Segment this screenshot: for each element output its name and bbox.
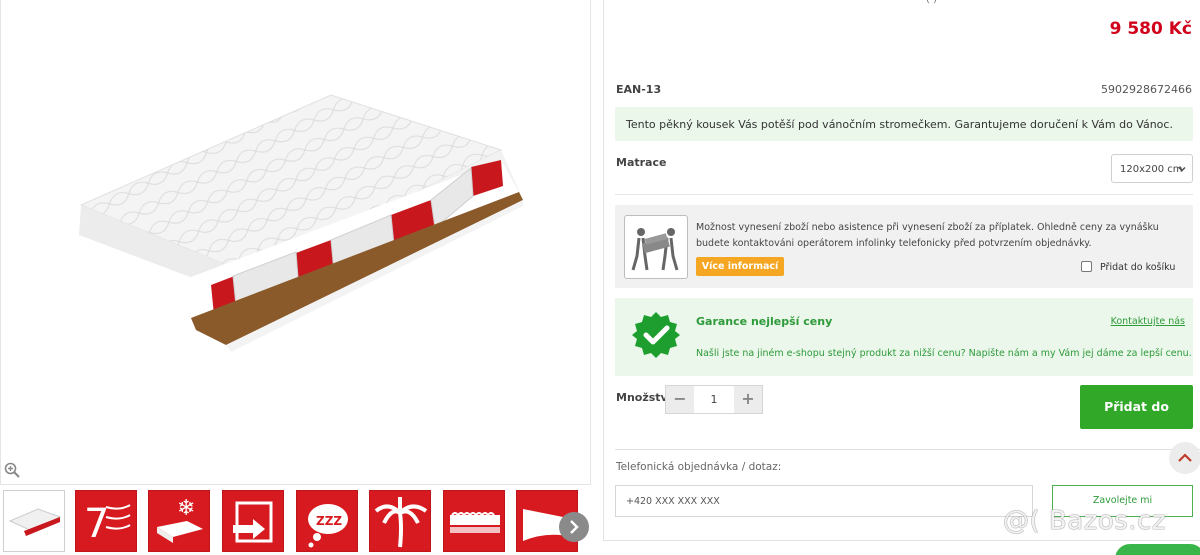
- thumbnail-mattress[interactable]: [3, 490, 65, 552]
- quantity-decrease-button[interactable]: −: [666, 386, 694, 413]
- divider: [615, 449, 1200, 450]
- guarantee-text: Našli jste na jiném e-shopu stejný produ…: [696, 348, 1192, 359]
- check-badge-icon: [632, 312, 680, 358]
- carry-service-box: Možnost vynesení zboží nebo asistence př…: [615, 205, 1193, 288]
- variant-select-value: 120x200 cm: [1120, 164, 1183, 175]
- christmas-notice: Tento pěkný kousek Vás potěší pod vánočn…: [615, 107, 1193, 141]
- contact-us-link[interactable]: Kontaktujte nás: [1111, 316, 1185, 327]
- phone-order-label: Telefonická objednávka / dotaz:: [616, 461, 782, 473]
- main-product-image[interactable]: [0, 0, 591, 485]
- quantity-label: Množství: [616, 391, 672, 404]
- chevron-right-icon: [570, 520, 579, 534]
- chevron-down-icon: [1178, 167, 1186, 172]
- quantity-increase-button[interactable]: +: [734, 386, 762, 413]
- best-price-guarantee-box: Garance nejlepší ceny Kontaktujte nás Na…: [615, 298, 1193, 376]
- top-mark: (·): [926, 0, 937, 5]
- product-price: 9 580 Kč: [1109, 19, 1192, 39]
- thumbnail-snowflake-icon[interactable]: ❄: [148, 490, 210, 552]
- scroll-to-top-button[interactable]: [1169, 442, 1200, 474]
- chat-widget-button[interactable]: [1115, 544, 1200, 555]
- svg-text:ZZZ: ZZZ: [316, 514, 342, 528]
- thumbnail-7-zones-icon[interactable]: 7: [75, 490, 137, 552]
- quantity-stepper: − 1 +: [665, 385, 763, 414]
- carry-furniture-icon: [624, 215, 688, 279]
- guarantee-title: Garance nejlepší ceny: [696, 315, 833, 328]
- svg-text:❄: ❄: [177, 496, 195, 521]
- phone-input-placeholder: +420 XXX XXX XXX: [626, 496, 720, 507]
- christmas-notice-text: Tento pěkný kousek Vás potěší pod vánočn…: [626, 118, 1173, 131]
- divider: [615, 194, 1193, 195]
- ean-value: 5902928672466: [1101, 83, 1192, 96]
- chevron-up-icon: [1178, 453, 1192, 462]
- thumbnail-palm-tree-icon[interactable]: [369, 490, 431, 552]
- svg-text:7: 7: [84, 501, 109, 547]
- thumbnail-sleep-icon[interactable]: ZZZ: [296, 490, 358, 552]
- mattress-image: [79, 94, 523, 352]
- thumbnail-springs-icon[interactable]: [443, 490, 505, 552]
- phone-input[interactable]: +420 XXX XXX XXX: [615, 485, 1033, 517]
- watermark-text: @( Bazos.cz: [1003, 506, 1166, 536]
- thumbnail-strip: 7 ❄ ZZZ: [0, 488, 591, 555]
- quantity-input[interactable]: 1: [694, 386, 734, 413]
- variant-label: Matrace: [616, 156, 667, 169]
- carry-service-checkbox[interactable]: [1081, 261, 1092, 272]
- carry-service-checkbox-label[interactable]: Přidat do košíku: [1100, 262, 1175, 273]
- variant-select[interactable]: 120x200 cm: [1111, 154, 1193, 183]
- thumbnail-next-button[interactable]: [559, 512, 589, 542]
- carry-service-text: Možnost vynesení zboží nebo asistence př…: [696, 222, 1159, 249]
- zoom-icon[interactable]: [4, 462, 20, 478]
- panel-bottom-border: [603, 540, 1200, 541]
- more-info-button[interactable]: Více informací: [696, 257, 784, 276]
- thumbnail-pull-out-icon[interactable]: [222, 490, 284, 552]
- ean-label: EAN-13: [616, 83, 662, 96]
- product-gallery: 7 ❄ ZZZ: [0, 0, 591, 555]
- column-divider: [603, 0, 604, 541]
- add-to-cart-button[interactable]: Přidat do košíku: [1080, 385, 1193, 458]
